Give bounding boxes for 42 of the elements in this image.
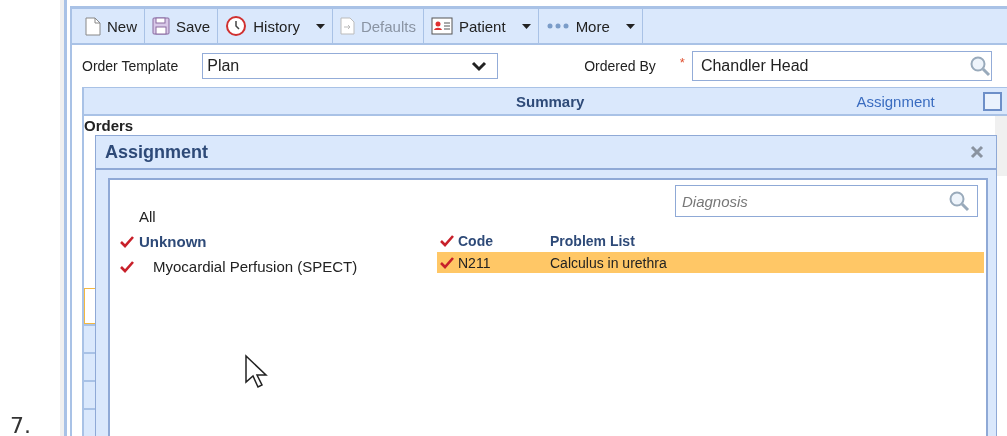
field-label: Order Template — [82, 58, 179, 74]
toolbar-button[interactable]: New — [78, 9, 145, 43]
column-header[interactable]: Problem List — [550, 232, 984, 249]
caret-icon — [315, 23, 325, 29]
checkmark-icon — [120, 260, 134, 273]
chevron-down-icon — [471, 60, 488, 72]
id-card-icon — [430, 17, 453, 35]
toolbar-button[interactable]: History — [218, 9, 333, 43]
column-header[interactable]: Summary — [516, 92, 585, 110]
caret-icon — [625, 23, 635, 29]
checkmark-icon — [120, 235, 134, 248]
table-cell: Calculus in urethra — [550, 254, 667, 271]
checkbox[interactable] — [982, 91, 1002, 111]
table-cell: N211 — [458, 254, 491, 271]
dialog-title: Assignment — [105, 141, 209, 163]
toolbar-button[interactable]: Patient — [423, 9, 539, 43]
ordered-by-field[interactable]: Chandler Head — [691, 51, 992, 81]
required-marker: * — [679, 55, 685, 70]
tree-item[interactable]: Myocardial Perfusion (SPECT) — [120, 254, 440, 279]
column-header[interactable]: Assignment — [856, 92, 935, 110]
close-icon[interactable] — [970, 145, 984, 159]
caret-icon — [521, 23, 531, 29]
tree-item[interactable]: Unknown — [120, 229, 440, 254]
document-icon — [85, 16, 101, 36]
diagnosis-search-field[interactable]: Diagnosis — [675, 185, 978, 217]
search-icon — [948, 190, 970, 212]
search-icon — [968, 55, 991, 77]
column-header[interactable]: Code — [437, 232, 550, 249]
tree-label: Myocardial Perfusion (SPECT) — [152, 258, 358, 275]
table-row[interactable]: N211 Calculus in urethra — [437, 252, 984, 273]
order-template-dropdown[interactable]: Plan — [202, 53, 499, 79]
field-label: Ordered By — [584, 58, 656, 74]
document-arrow-icon — [339, 17, 355, 35]
dots-icon — [545, 22, 570, 30]
toolbar-button[interactable]: More — [538, 9, 643, 43]
tree-item[interactable]: All — [120, 204, 440, 229]
section-title: Orders — [84, 118, 135, 134]
list-number: 7. — [10, 413, 31, 436]
tree-label: All — [139, 208, 156, 225]
clock-icon — [225, 15, 248, 37]
toolbar-button[interactable]: Save — [145, 9, 219, 43]
tree-label: Unknown — [139, 233, 207, 250]
